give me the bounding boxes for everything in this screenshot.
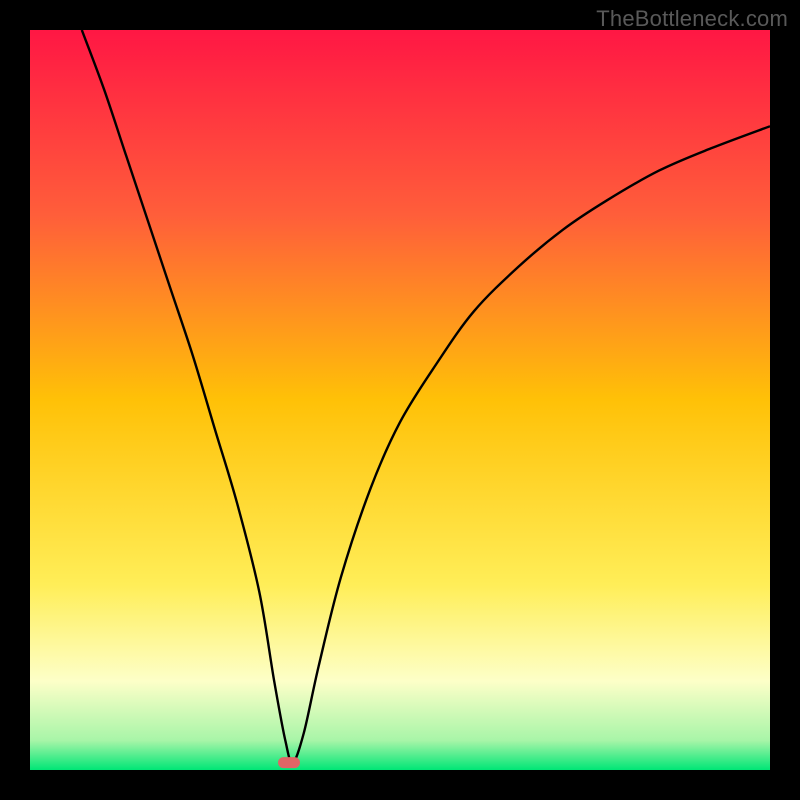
chart-plot-area <box>30 30 770 770</box>
gradient-background <box>30 30 770 770</box>
chart-svg <box>30 30 770 770</box>
watermark-text: TheBottleneck.com <box>596 6 788 32</box>
minimum-marker <box>278 757 300 768</box>
